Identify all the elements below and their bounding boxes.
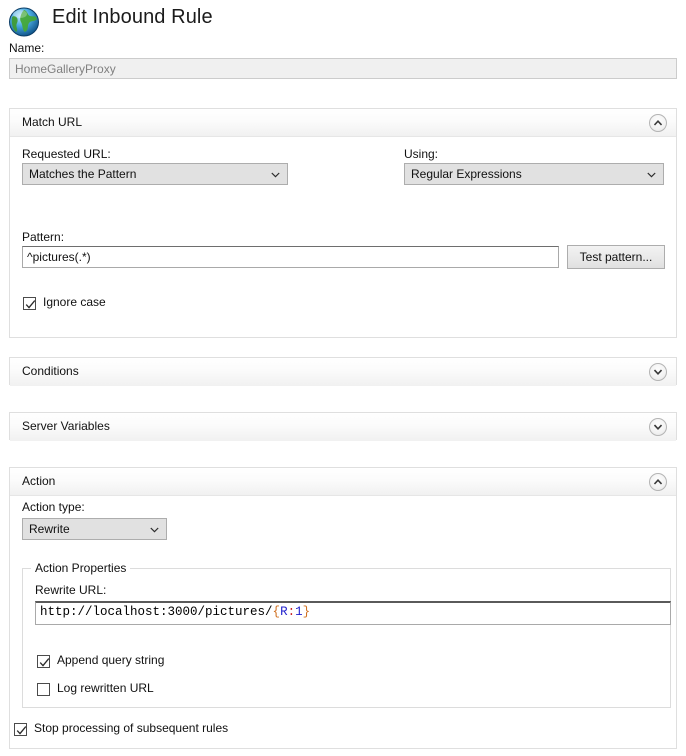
append-query-string-checkbox[interactable] xyxy=(37,655,50,668)
conditions-title: Conditions xyxy=(22,364,79,378)
chevron-up-icon[interactable] xyxy=(649,473,667,491)
name-input[interactable] xyxy=(9,58,677,79)
match-url-header: Match URL xyxy=(10,109,676,137)
action-type-select[interactable]: Rewrite xyxy=(22,518,167,540)
pattern-label: Pattern: xyxy=(22,230,64,244)
requested-url-value: Matches the Pattern xyxy=(29,167,136,181)
name-label: Name: xyxy=(9,41,44,55)
rewrite-url-plain: http://localhost:3000/pictures/ xyxy=(40,605,273,619)
server-variables-header: Server Variables xyxy=(10,413,676,441)
section-conditions[interactable]: Conditions xyxy=(9,357,677,385)
rewrite-url-label: Rewrite URL: xyxy=(35,583,106,597)
chevron-down-icon[interactable] xyxy=(649,418,667,436)
test-pattern-button[interactable]: Test pattern... xyxy=(567,245,665,269)
chevron-down-icon xyxy=(647,172,656,178)
ignore-case-checkbox[interactable] xyxy=(23,297,36,310)
chevron-down-icon[interactable] xyxy=(649,363,667,381)
chevron-down-icon xyxy=(150,527,159,533)
log-rewritten-url-checkbox[interactable] xyxy=(37,683,50,696)
append-query-string-label: Append query string xyxy=(57,653,164,667)
requested-url-select[interactable]: Matches the Pattern xyxy=(22,163,288,185)
section-action: Action Action type: Rewrite Action Prope… xyxy=(9,467,677,749)
dialog-header: Edit Inbound Rule xyxy=(0,0,686,42)
chevron-down-icon xyxy=(271,172,280,178)
globe-icon xyxy=(7,6,41,38)
action-header: Action xyxy=(10,468,676,496)
action-properties-group: Action Properties Rewrite URL: http://lo… xyxy=(22,568,671,708)
action-type-label: Action type: xyxy=(22,500,85,514)
rewrite-url-colon: : xyxy=(288,605,296,619)
ignore-case-label: Ignore case xyxy=(43,295,106,309)
action-type-value: Rewrite xyxy=(29,522,70,536)
action-properties-title: Action Properties xyxy=(31,561,130,575)
log-rewritten-url-label: Log rewritten URL xyxy=(57,681,154,695)
conditions-header: Conditions xyxy=(10,358,676,386)
rewrite-url-input[interactable]: http://localhost:3000/pictures/{R:1} xyxy=(35,601,671,625)
action-title: Action xyxy=(22,474,55,488)
server-variables-title: Server Variables xyxy=(22,419,110,433)
page-title: Edit Inbound Rule xyxy=(52,6,213,29)
chevron-up-icon[interactable] xyxy=(649,114,667,132)
rewrite-url-open-brace: { xyxy=(273,605,281,619)
using-value: Regular Expressions xyxy=(411,167,522,181)
using-select[interactable]: Regular Expressions xyxy=(404,163,664,185)
pattern-input[interactable] xyxy=(22,246,559,268)
match-url-title: Match URL xyxy=(22,115,82,129)
rewrite-url-var: R xyxy=(280,605,288,619)
section-match-url: Match URL Requested URL: Matches the Pat… xyxy=(9,108,677,338)
rewrite-url-close-brace: } xyxy=(303,605,311,619)
rewrite-url-num: 1 xyxy=(295,605,303,619)
section-server-variables[interactable]: Server Variables xyxy=(9,412,677,440)
using-label: Using: xyxy=(404,147,438,161)
requested-url-label: Requested URL: xyxy=(22,147,111,161)
stop-processing-checkbox[interactable] xyxy=(14,723,27,736)
stop-processing-label: Stop processing of subsequent rules xyxy=(34,721,228,735)
